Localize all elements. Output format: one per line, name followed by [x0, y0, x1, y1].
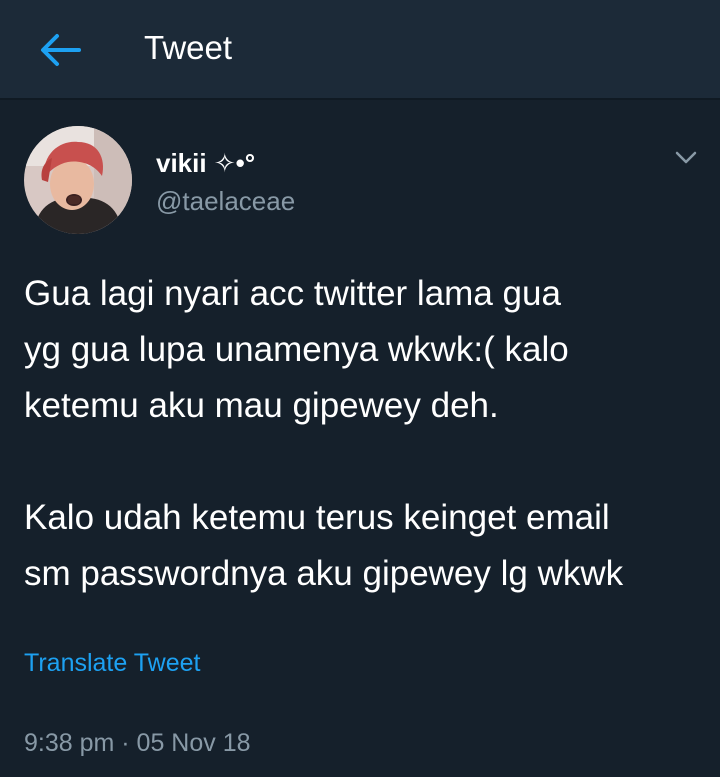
tweet-text-line: ketemu aku mau gipewey deh. — [24, 386, 499, 425]
profile-photo — [24, 126, 132, 234]
back-button[interactable] — [30, 24, 90, 76]
translate-tweet-link[interactable]: Translate Tweet — [24, 646, 200, 680]
top-bar: Tweet — [0, 0, 720, 100]
tweet-text-line: yg gua lupa unamenya wkwk:( kalo — [24, 330, 569, 369]
tweet-menu-button[interactable] — [668, 140, 704, 176]
tweet-text-line: Gua lagi nyari acc twitter lama gua — [24, 274, 561, 313]
arrow-left-icon — [41, 34, 81, 66]
tweet-body: Gua lagi nyari acc twitter lama gua yg g… — [24, 266, 704, 602]
tweet-timestamp: 9:38 pm · 05 Nov 18 — [24, 729, 251, 757]
tweet-text-line: sm passwordnya aku gipewey lg wkwk — [24, 554, 624, 593]
avatar[interactable] — [24, 126, 132, 234]
chevron-down-icon — [675, 151, 697, 164]
page-title: Tweet — [144, 29, 233, 66]
author-handle[interactable]: @taelaceae — [156, 184, 295, 218]
author-display-name[interactable]: vikii ✧•° — [156, 146, 255, 180]
tweet-text-line: Kalo udah ketemu terus keinget email — [24, 498, 610, 537]
